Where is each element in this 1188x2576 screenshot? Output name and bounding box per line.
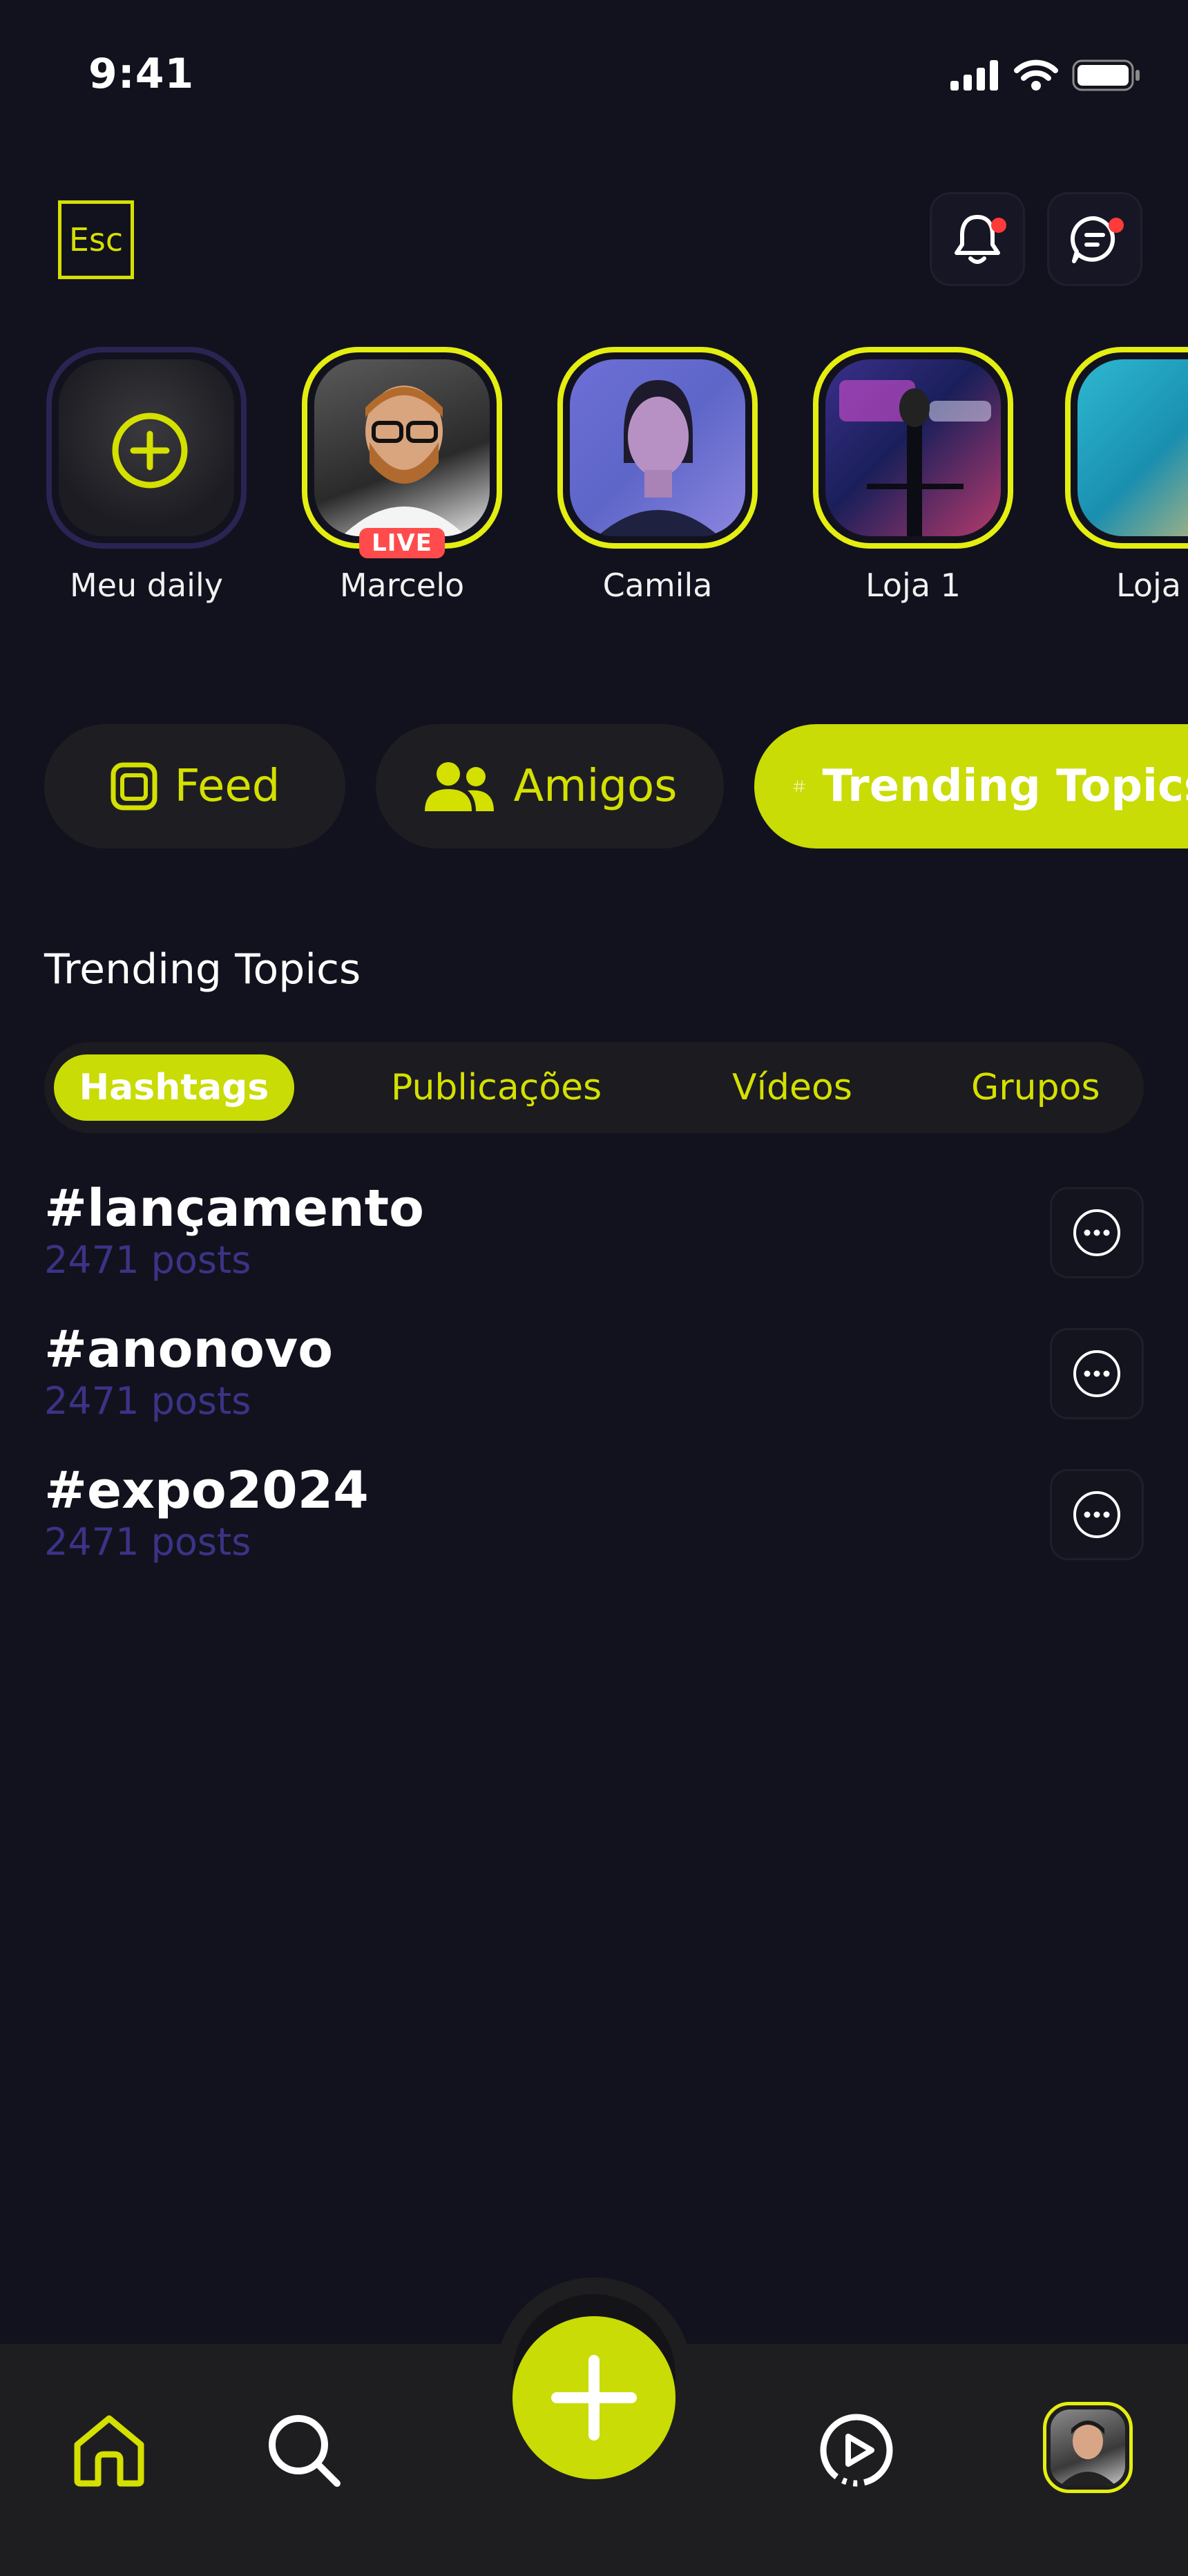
messages-button[interactable]	[1047, 192, 1142, 286]
topic-count: 2471 posts	[44, 1379, 251, 1423]
nav-home[interactable]	[70, 2412, 148, 2492]
more-options-button[interactable]	[1050, 1187, 1144, 1278]
avatar	[1077, 359, 1188, 536]
notifications-button[interactable]	[930, 192, 1025, 286]
home-icon	[74, 2415, 144, 2487]
more-options-button[interactable]	[1050, 1328, 1144, 1419]
create-post-button[interactable]	[512, 2316, 676, 2479]
more-icon	[1073, 1491, 1120, 1538]
story-loja-1[interactable]: Loja 1	[809, 347, 1017, 604]
more-icon	[1073, 1209, 1120, 1256]
story-name: Meu daily	[70, 567, 223, 604]
topic-tag: #anonovo	[44, 1320, 334, 1379]
plus-icon	[551, 2355, 637, 2441]
profile-avatar	[1051, 2409, 1125, 2485]
topic-tag: #expo2024	[44, 1461, 369, 1520]
tab-trending-topics[interactable]: Trending Topics	[754, 724, 1188, 849]
hashtag-icon	[793, 780, 805, 793]
nav-profile[interactable]	[1043, 2402, 1133, 2493]
more-icon	[1073, 1350, 1120, 1397]
nav-search[interactable]	[265, 2412, 343, 2492]
avatar	[825, 359, 1001, 536]
tab-amigos[interactable]: Amigos	[376, 724, 724, 849]
avatar	[314, 359, 490, 536]
signal-icon	[950, 60, 998, 91]
status-time: 9:41	[88, 50, 195, 98]
battery-icon	[1072, 59, 1140, 91]
nav-videos[interactable]	[818, 2412, 895, 2492]
list-item[interactable]: #anonovo 2471 posts	[44, 1320, 1144, 1437]
live-badge: LIVE	[359, 528, 445, 558]
segment-hashtags[interactable]: Hashtags	[54, 1054, 294, 1121]
topic-count: 2471 posts	[44, 1520, 251, 1564]
story-name: Loja	[1116, 567, 1181, 604]
wifi-icon	[1014, 59, 1058, 91]
tab-feed[interactable]: Feed	[44, 724, 345, 849]
section-title: Trending Topics	[44, 945, 361, 994]
add-story-icon	[112, 413, 188, 489]
topic-tag: #lançamento	[44, 1179, 424, 1238]
avatar	[570, 359, 745, 536]
users-icon	[425, 762, 495, 811]
tab-amigos-label: Amigos	[513, 761, 678, 812]
search-icon	[269, 2415, 341, 2487]
segment-publicacoes[interactable]: Publicações	[391, 1054, 602, 1121]
notification-dot	[991, 218, 1006, 233]
app-logo[interactable]: Esc	[58, 200, 134, 279]
filter-segmented-control: Hashtags Publicações Vídeos Grupos	[44, 1042, 1144, 1133]
story-marcelo[interactable]: LIVE Marcelo	[298, 347, 506, 604]
story-name: Marcelo	[339, 567, 465, 604]
more-options-button[interactable]	[1050, 1469, 1144, 1560]
story-name: Camila	[602, 567, 713, 604]
story-own[interactable]: Meu daily	[43, 347, 250, 604]
segment-grupos[interactable]: Grupos	[971, 1054, 1100, 1121]
tab-trending-label: Trending Topics	[822, 761, 1188, 812]
story-loja-2[interactable]: Loja	[1065, 347, 1188, 637]
message-dot	[1109, 218, 1124, 233]
story-name: Loja 1	[865, 567, 961, 604]
status-icons	[950, 59, 1141, 91]
list-item[interactable]: #expo2024 2471 posts	[44, 1461, 1144, 1578]
feed-icon	[111, 762, 157, 811]
play-icon	[820, 2414, 893, 2487]
segment-videos[interactable]: Vídeos	[732, 1054, 852, 1121]
tab-feed-label: Feed	[174, 761, 280, 812]
topic-count: 2471 posts	[44, 1238, 251, 1282]
story-camila[interactable]: Camila	[554, 347, 761, 604]
list-item[interactable]: #lançamento 2471 posts	[44, 1179, 1144, 1296]
